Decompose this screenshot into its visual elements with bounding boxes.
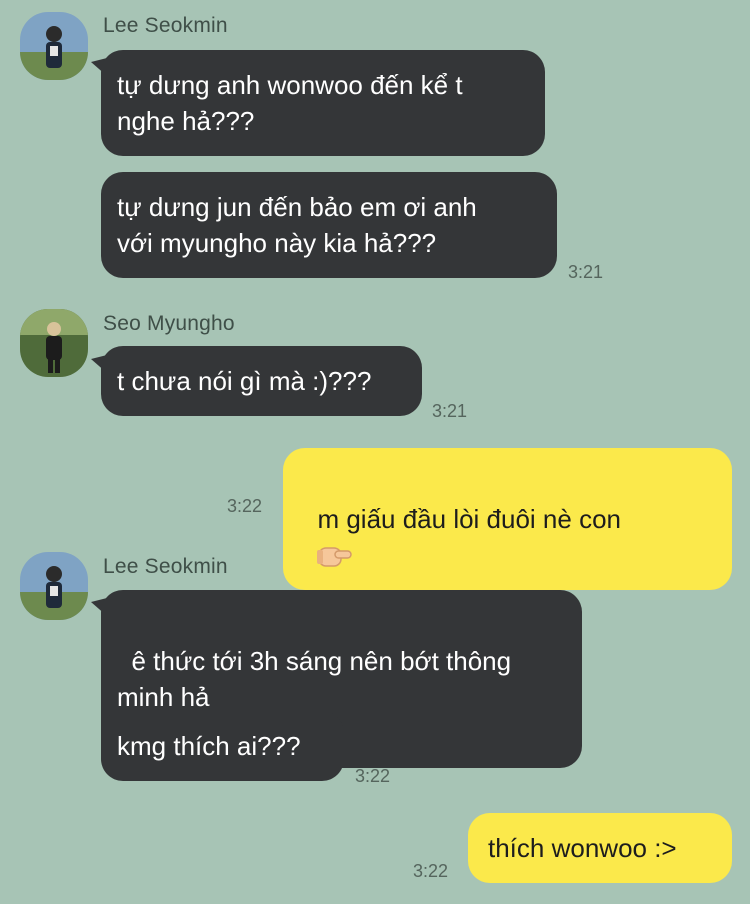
message-bubble[interactable]: t chưa nói gì mà :)??? [101,346,422,416]
message-text: ê thức tới 3h sáng nên bớt thông minh hả [117,646,512,712]
pointing-hand-emoji [317,547,353,567]
avatar-lee-seokmin[interactable] [20,12,88,80]
avatar-seo-myungho[interactable] [20,309,88,377]
avatar-lee-seokmin[interactable] [20,552,88,620]
message-time: 3:22 [355,766,391,786]
sender-name: Seo Myungho [103,312,235,335]
message-text: m giấu đầu lòi đuôi nè con [317,504,621,534]
message-time: 3:21 [568,262,604,282]
message-time: 3:22 [413,861,449,881]
message-bubble-outgoing[interactable]: thích wonwoo :> [468,813,732,883]
message-bubble[interactable]: kmg thích ai??? [101,711,344,781]
message-bubble[interactable]: tự dưng jun đến bảo em ơi anh với myungh… [101,172,557,278]
message-bubble[interactable]: tự dưng anh wonwoo đến kể t nghe hả??? [101,50,545,156]
message-time: 3:21 [432,401,468,421]
sender-name: Lee Seokmin [103,555,228,578]
message-bubble-outgoing[interactable]: m giấu đầu lòi đuôi nè con [283,448,732,590]
message-time: 3:22 [227,496,263,516]
profile-photo-icon [20,309,88,377]
profile-photo-icon [20,552,88,620]
sender-name: Lee Seokmin [103,14,228,37]
profile-photo-icon [20,12,88,80]
